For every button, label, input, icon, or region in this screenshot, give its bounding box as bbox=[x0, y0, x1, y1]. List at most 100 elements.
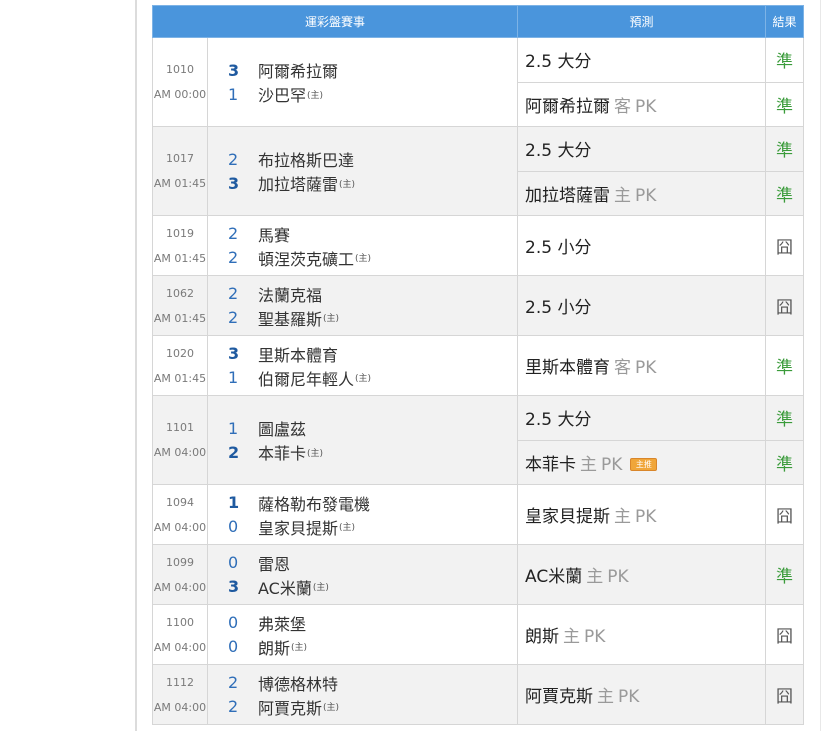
prediction-pk: PK bbox=[635, 96, 657, 117]
match-time: AM 00:00 bbox=[153, 88, 207, 101]
table-header: 運彩盤賽事 預測 結果 bbox=[151, 5, 805, 38]
table-row: 1100 AM 04:00 0 弗萊堡 0 朗斯 (主) 朗斯主 PK 囧 bbox=[152, 604, 805, 665]
home-score: 0 bbox=[228, 637, 239, 656]
result-mark: 囧 bbox=[776, 298, 794, 318]
home-team-line: 2 聖基羅斯 (主) bbox=[228, 306, 517, 330]
prediction-side: 主 bbox=[586, 567, 604, 587]
home-team-line: 1 沙巴罕 (主) bbox=[228, 82, 517, 106]
match-teams: 2 博德格林特 2 阿賈克斯 (主) bbox=[206, 664, 519, 725]
match-time: AM 04:00 bbox=[153, 520, 207, 534]
away-score: 2 bbox=[228, 284, 239, 303]
prediction-cell: 2.5 小分 bbox=[517, 275, 767, 336]
prediction-side: 主 bbox=[580, 454, 598, 475]
away-team-name[interactable]: 法蘭克福 bbox=[258, 282, 322, 306]
left-blank-area bbox=[0, 0, 135, 731]
header-match: 運彩盤賽事 bbox=[151, 5, 519, 38]
result-cell: 準 bbox=[765, 37, 805, 83]
home-team-line: 2 本菲卡 (主) bbox=[228, 440, 517, 464]
home-team-line: 0 朗斯 (主) bbox=[228, 635, 517, 659]
prediction-main: 2.5 大分 bbox=[525, 410, 592, 431]
match-teams: 0 雷恩 3 AC米蘭 (主) bbox=[206, 544, 519, 605]
home-team-name[interactable]: 阿賈克斯 bbox=[258, 695, 322, 719]
away-team-name[interactable]: 雷恩 bbox=[258, 551, 290, 575]
match-info: 1101 AM 04:00 bbox=[152, 395, 208, 485]
prediction-main: 2.5 小分 bbox=[525, 238, 592, 258]
home-team-name[interactable]: 沙巴罕 bbox=[258, 82, 306, 106]
prediction-side: 主 bbox=[614, 185, 632, 206]
table-row: 1062 AM 01:45 2 法蘭克福 2 聖基羅斯 (主) 2.5 小分 囧 bbox=[152, 275, 805, 336]
result-cell: 準 bbox=[765, 81, 805, 127]
home-team-name[interactable]: AC米蘭 bbox=[258, 575, 312, 599]
away-team-line: 3 里斯本體育 bbox=[228, 342, 517, 366]
table-row: 1020 AM 01:45 3 里斯本體育 1 伯爾尼年輕人 (主) 里斯本體育客 PK 準 bbox=[152, 335, 805, 396]
prediction-cell: 2.5 大分 bbox=[517, 37, 767, 83]
away-team-name[interactable]: 圖盧茲 bbox=[258, 416, 306, 440]
match-time: AM 01:45 bbox=[153, 177, 207, 190]
away-team-name[interactable]: 薩格勒布發電機 bbox=[258, 491, 370, 515]
home-marker: (主) bbox=[312, 583, 329, 593]
match-id: 1062 bbox=[166, 286, 194, 300]
home-team-name[interactable]: 頓涅茨克礦工 bbox=[258, 246, 354, 270]
away-team-line: 2 法蘭克福 bbox=[228, 282, 517, 306]
home-team-name[interactable]: 伯爾尼年輕人 bbox=[258, 366, 354, 390]
result-cell: 準 bbox=[765, 126, 805, 172]
home-marker: (主) bbox=[339, 523, 356, 533]
match-teams: 0 弗萊堡 0 朗斯 (主) bbox=[206, 604, 519, 665]
match-time: AM 01:45 bbox=[153, 371, 207, 385]
result-mark: 囧 bbox=[776, 507, 794, 527]
result-mark: 準 bbox=[776, 52, 794, 73]
home-score: 3 bbox=[228, 577, 240, 596]
result-cell: 準 bbox=[765, 544, 805, 605]
match-info: 1019 AM 01:45 bbox=[152, 215, 208, 276]
home-score: 1 bbox=[228, 84, 239, 104]
home-score: 2 bbox=[228, 308, 239, 327]
prediction-pk: PK bbox=[635, 185, 657, 206]
match-teams: 3 里斯本體育 1 伯爾尼年輕人 (主) bbox=[206, 335, 519, 396]
away-team-line: 0 雷恩 bbox=[228, 551, 517, 575]
match-teams: 1 圖盧茲 2 本菲卡 (主) bbox=[206, 395, 519, 485]
away-team-name[interactable]: 弗萊堡 bbox=[258, 611, 306, 635]
away-score: 0 bbox=[228, 613, 239, 632]
match-time: AM 04:00 bbox=[153, 700, 207, 714]
away-score: 1 bbox=[228, 493, 240, 512]
match-id: 1100 bbox=[166, 615, 194, 629]
prediction-cell: AC米蘭主 PK bbox=[517, 544, 767, 605]
home-score: 0 bbox=[228, 517, 239, 536]
result-cell: 囧 bbox=[765, 664, 805, 725]
prediction-pk: PK bbox=[601, 454, 623, 475]
result-mark: 準 bbox=[776, 141, 794, 162]
home-team-name[interactable]: 皇家貝提斯 bbox=[258, 515, 338, 539]
table-row: 1094 AM 04:00 1 薩格勒布發電機 0 皇家貝提斯 (主) 皇家貝提斯主 PK 囧 bbox=[152, 484, 805, 545]
table-row: 1099 AM 04:00 0 雷恩 3 AC米蘭 (主) AC米蘭主 PK 準 bbox=[152, 544, 805, 605]
home-score: 1 bbox=[228, 368, 239, 387]
prediction-cell: 皇家貝提斯主 PK bbox=[517, 484, 767, 545]
prediction-side: 客 bbox=[614, 96, 632, 117]
away-team-name[interactable]: 博德格林特 bbox=[258, 671, 338, 695]
away-score: 3 bbox=[228, 344, 240, 363]
away-team-name[interactable]: 阿爾希拉爾 bbox=[258, 58, 338, 82]
prediction-pk: PK bbox=[618, 687, 640, 707]
away-team-name[interactable]: 布拉格斯巴達 bbox=[258, 147, 354, 171]
prediction-pk: PK bbox=[607, 567, 629, 587]
home-score: 2 bbox=[228, 697, 239, 716]
match-time: AM 04:00 bbox=[153, 446, 207, 459]
home-team-name[interactable]: 加拉塔薩雷 bbox=[258, 171, 338, 195]
away-score: 3 bbox=[228, 60, 240, 80]
prediction-side: 主 bbox=[563, 627, 581, 647]
away-score: 2 bbox=[228, 224, 239, 243]
away-team-name[interactable]: 馬賽 bbox=[258, 222, 290, 246]
home-team-name[interactable]: 本菲卡 bbox=[258, 440, 306, 464]
result-mark: 囧 bbox=[776, 238, 794, 258]
home-team-name[interactable]: 朗斯 bbox=[258, 635, 290, 659]
home-team-name[interactable]: 聖基羅斯 bbox=[258, 306, 322, 330]
table-row: 1010 AM 00:00 3 阿爾希拉爾 1 沙巴罕 (主) 2.5 大分準 bbox=[152, 37, 805, 127]
home-marker: (主) bbox=[307, 90, 324, 101]
away-team-name[interactable]: 里斯本體育 bbox=[258, 342, 338, 366]
match-id: 1017 bbox=[166, 152, 194, 165]
prediction-main: 朗斯 bbox=[525, 627, 560, 647]
result-mark: 準 bbox=[776, 96, 794, 117]
home-marker: (主) bbox=[339, 179, 356, 190]
content-divider bbox=[135, 0, 137, 731]
home-marker: (主) bbox=[307, 448, 324, 459]
match-info: 1062 AM 01:45 bbox=[152, 275, 208, 336]
